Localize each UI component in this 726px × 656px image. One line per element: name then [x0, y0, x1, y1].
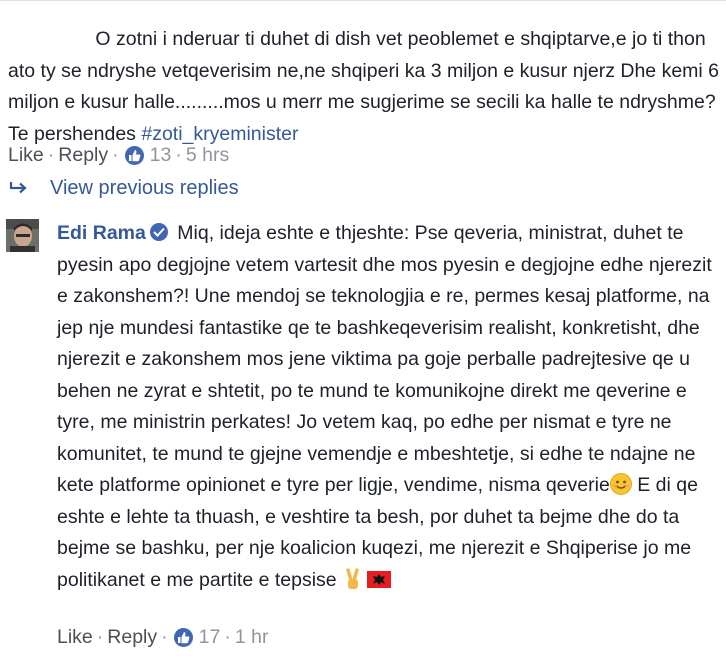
- comment-1-actions: Like · Reply · 13 · 5 hrs: [8, 144, 229, 167]
- like-icon[interactable]: [124, 146, 144, 165]
- reply-link[interactable]: Reply: [107, 626, 157, 649]
- view-previous-replies[interactable]: View previous replies: [8, 177, 239, 200]
- separator: ·: [175, 144, 182, 166]
- author-name[interactable]: Edi Rama: [57, 222, 146, 244]
- separator: ·: [47, 144, 55, 166]
- smile-emoji: [609, 473, 632, 495]
- reply-link[interactable]: Reply: [58, 144, 108, 167]
- comment-2: Edi Rama Miq, ideja eshte e thjeshte: Ps…: [57, 218, 717, 596]
- separator: ·: [112, 144, 119, 166]
- reaction-count[interactable]: 17: [199, 626, 221, 649]
- view-previous-label: View previous replies: [50, 177, 239, 199]
- reply-arrow-icon: [9, 181, 27, 193]
- comment-1: O zotni i nderuar ti duhet di dish vet p…: [8, 24, 720, 150]
- like-icon[interactable]: [173, 628, 193, 647]
- comment-2-actions: Like · Reply · 17 · 1 hr: [57, 626, 268, 649]
- separator: ·: [161, 626, 168, 648]
- hashtag-link[interactable]: #zoti_kryeminister: [141, 123, 298, 145]
- avatar[interactable]: [6, 219, 39, 252]
- timestamp[interactable]: 1 hr: [235, 626, 269, 649]
- separator: ·: [224, 626, 231, 648]
- timestamp[interactable]: 5 hrs: [186, 144, 229, 167]
- like-link[interactable]: Like: [8, 144, 44, 167]
- redacted-author: [8, 30, 90, 49]
- comment-1-text: O zotni i nderuar ti duhet di dish vet p…: [8, 28, 719, 145]
- victory-hand-emoji: [345, 567, 359, 589]
- verified-icon: [149, 223, 168, 241]
- reaction-count[interactable]: 13: [150, 144, 172, 167]
- like-link[interactable]: Like: [57, 626, 93, 649]
- albania-flag-emoji: [366, 570, 391, 588]
- separator: ·: [96, 626, 104, 648]
- top-divider: [0, 0, 726, 9]
- comment-2-text-part1: Miq, ideja eshte e thjeshte: Pse qeveria…: [57, 222, 712, 496]
